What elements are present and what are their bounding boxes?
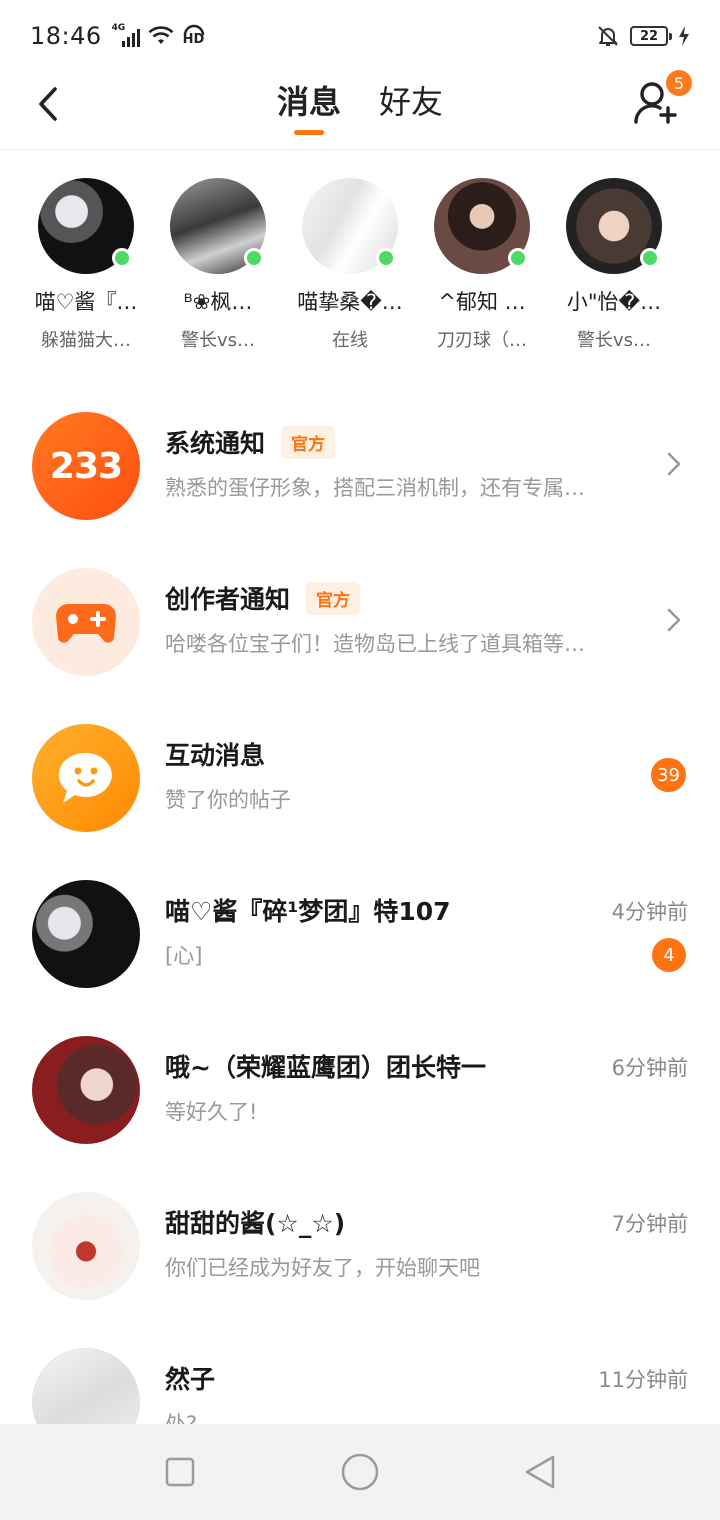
add-friend-button[interactable]: 5 xyxy=(632,70,692,126)
avatar xyxy=(32,1192,140,1300)
cellular-signal-icon: 4G xyxy=(112,23,140,47)
message-title: 互动消息 xyxy=(165,741,266,770)
active-tab-indicator xyxy=(293,130,324,135)
message-title: 系统通知 xyxy=(165,429,266,458)
unread-count-badge: 39 xyxy=(651,758,686,792)
message-time: 11分钟前 xyxy=(598,1368,688,1392)
list-item-interactions[interactable]: 互动消息 赞了你的帖子 39 xyxy=(0,700,720,856)
avatar xyxy=(566,178,662,274)
friend-status: 警长vs… xyxy=(180,330,256,351)
friend-status: 躲猫猫大… xyxy=(41,330,131,351)
online-indicator xyxy=(640,248,660,268)
online-friend-item[interactable]: 小"怡�… 警长vs… xyxy=(548,150,680,360)
message-preview: 赞了你的帖子 xyxy=(165,788,291,812)
system-back-button[interactable] xyxy=(516,1448,564,1496)
system-navigation-bar xyxy=(0,1424,720,1520)
home-button[interactable] xyxy=(336,1448,384,1496)
status-bar: 18:46 4G HD 22 xyxy=(0,0,720,72)
online-friend-item[interactable]: ᴮ❀枫… 警长vs… xyxy=(152,150,284,360)
friend-name: ^郁知 … xyxy=(438,290,526,314)
online-friend-item[interactable]: 喵♡酱『… 躲猫猫大… xyxy=(20,150,152,360)
avatar xyxy=(434,178,530,274)
tab-messages-label: 消息 xyxy=(276,83,341,121)
friend-status: 在线 xyxy=(332,330,368,351)
chevron-right-icon xyxy=(667,608,681,632)
online-friends-row: 喵♡酱『… 躲猫猫大… ᴮ❀枫… 警长vs… 喵挚桑�… 在线 ^郁知 … 刀刃… xyxy=(0,150,720,360)
avatar xyxy=(32,880,140,988)
status-left-icons: 4G HD xyxy=(112,23,206,48)
message-preview: 哈喽各位宝子们！造物岛已上线了道具箱等… xyxy=(165,632,585,656)
creator-notice-avatar xyxy=(32,568,140,676)
friend-name: 喵♡酱『… xyxy=(34,290,138,314)
message-title: 创作者通知 xyxy=(165,585,291,614)
message-preview: 你们已经成为好友了，开始聊天吧 xyxy=(165,1256,480,1280)
gamepad-icon xyxy=(56,604,116,643)
list-item-chat[interactable]: 甜甜的酱(☆_☆) 你们已经成为好友了，开始聊天吧 7分钟前 xyxy=(0,1168,720,1324)
triangle-back-icon xyxy=(525,1455,555,1489)
official-tag: 官方 xyxy=(281,425,336,459)
hd-label: HD xyxy=(182,32,205,47)
message-preview: 熟悉的蛋仔形象，搭配三消机制，还有专属… xyxy=(165,476,585,500)
square-icon xyxy=(165,1457,195,1487)
avatar xyxy=(38,178,134,274)
interaction-avatar xyxy=(32,724,140,832)
online-indicator xyxy=(112,248,132,268)
message-title: 哦~（荣耀蓝鹰团）团长特一 xyxy=(165,1053,486,1082)
message-time: 4分钟前 xyxy=(611,900,688,924)
friend-status: 警长vs… xyxy=(576,330,652,351)
tab-friends-label: 好友 xyxy=(379,83,444,121)
friend-name: 小"怡�… xyxy=(566,290,662,314)
unread-count-badge: 4 xyxy=(652,938,686,972)
friend-name: 喵挚桑�… xyxy=(297,290,403,314)
message-title: 然子 xyxy=(165,1365,216,1394)
list-item-chat[interactable]: 哦~（荣耀蓝鹰团）团长特一 等好久了! 6分钟前 xyxy=(0,1012,720,1168)
bell-off-icon xyxy=(598,26,618,46)
tab-messages[interactable]: 消息 xyxy=(275,78,343,135)
charging-icon xyxy=(679,26,689,46)
list-item-system-notice[interactable]: 233 系统通知 官方 熟悉的蛋仔形象，搭配三消机制，还有专属… xyxy=(0,388,720,544)
hd-voice-icon: HD xyxy=(182,24,206,48)
message-list: 233 系统通知 官方 熟悉的蛋仔形象，搭配三消机制，还有专属… 创作者通知 官… xyxy=(0,388,720,1480)
battery-level: 22 xyxy=(639,28,659,44)
recent-apps-button[interactable] xyxy=(156,1448,204,1496)
circle-icon xyxy=(341,1453,379,1491)
official-tag: 官方 xyxy=(306,581,361,615)
header: 消息 好友 5 xyxy=(0,70,720,150)
message-preview: 等好久了! xyxy=(165,1100,258,1124)
chat-bubble-icon xyxy=(58,752,112,803)
online-friend-item[interactable]: 喵挚桑�… 在线 xyxy=(284,150,416,360)
message-time: 7分钟前 xyxy=(611,1212,688,1236)
avatar xyxy=(32,1036,140,1144)
chevron-right-icon xyxy=(667,452,681,476)
tab-friends[interactable]: 好友 xyxy=(377,78,445,134)
status-time: 18:46 xyxy=(30,22,102,50)
message-title: 喵♡酱『碎¹梦团』特107 xyxy=(165,897,451,926)
status-right-icons: 22 xyxy=(596,24,690,48)
online-friend-item[interactable]: ^郁知 … 刀刃球（… xyxy=(416,150,548,360)
system-avatar-text: 233 xyxy=(49,445,123,487)
list-item-chat[interactable]: 喵♡酱『碎¹梦团』特107 [心] 4分钟前 4 xyxy=(0,856,720,1012)
system-notice-avatar: 233 xyxy=(32,412,140,520)
friend-name: ᴮ❀枫… xyxy=(183,290,253,314)
online-indicator xyxy=(244,248,264,268)
message-time: 6分钟前 xyxy=(611,1056,688,1080)
friend-request-badge: 5 xyxy=(666,70,692,96)
online-indicator xyxy=(376,248,396,268)
avatar xyxy=(170,178,266,274)
tab-bar: 消息 好友 xyxy=(0,78,720,135)
message-title: 甜甜的酱(☆_☆) xyxy=(165,1209,346,1238)
friend-status: 刀刃球（… xyxy=(437,330,527,351)
message-preview: [心] xyxy=(165,944,203,968)
battery-icon: 22 xyxy=(630,26,672,46)
wifi-icon xyxy=(148,26,174,44)
avatar xyxy=(302,178,398,274)
online-indicator xyxy=(508,248,528,268)
list-item-creator-notice[interactable]: 创作者通知 官方 哈喽各位宝子们！造物岛已上线了道具箱等… xyxy=(0,544,720,700)
